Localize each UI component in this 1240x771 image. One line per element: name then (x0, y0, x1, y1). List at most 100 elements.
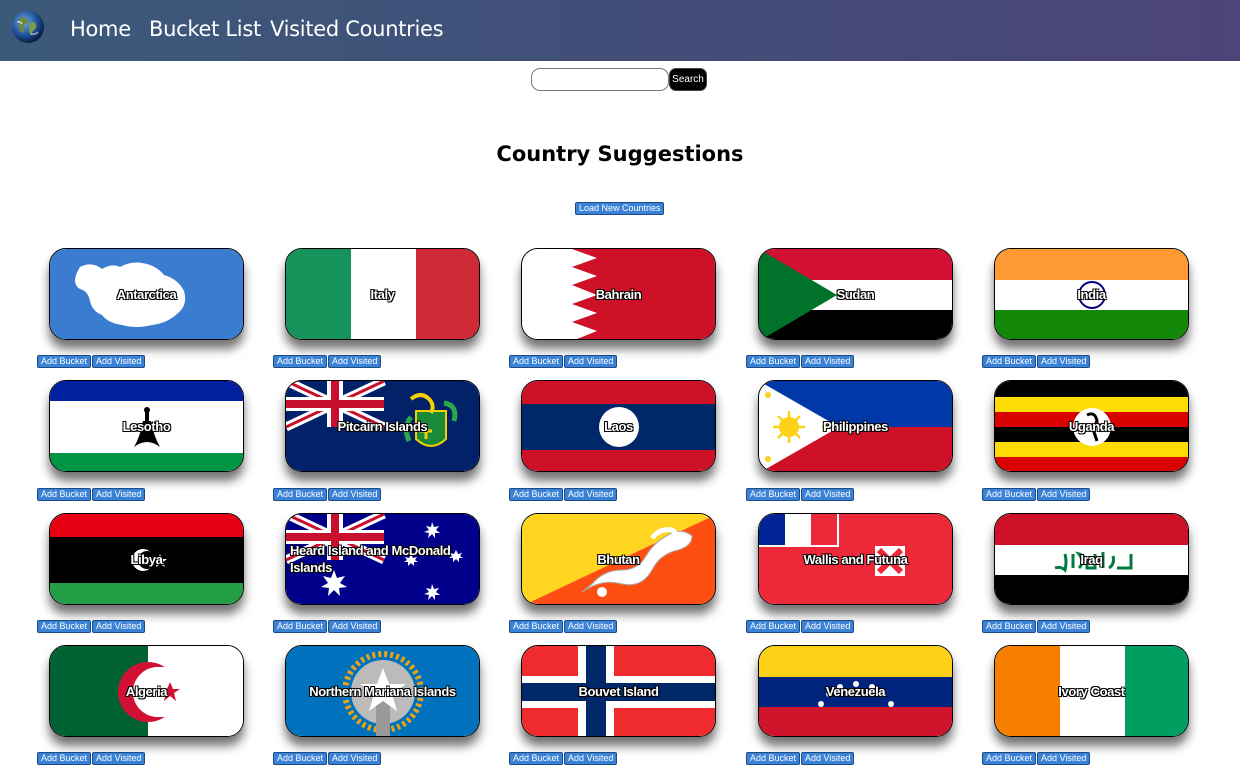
country-name: Algeria (125, 683, 168, 699)
country-card-libya[interactable]: Libya (49, 513, 244, 605)
country-card-lesotho[interactable]: Lesotho (49, 380, 244, 472)
country-name: India (1077, 286, 1106, 302)
card-actions: Add Bucket Add Visited (982, 620, 1091, 633)
card-actions: Add Bucket Add Visited (509, 488, 618, 501)
card-actions: Add Bucket Add Visited (982, 752, 1091, 765)
add-visited-button[interactable]: Add Visited (328, 488, 382, 501)
country-name: Bhutan (597, 551, 640, 567)
page-title: Country Suggestions (496, 142, 744, 166)
country-name: Heard Island and McDonald Islands (290, 543, 451, 575)
card-actions: Add Bucket Add Visited (982, 355, 1091, 368)
add-bucket-button[interactable]: Add Bucket (273, 488, 328, 501)
card-actions: Add Bucket Add Visited (746, 355, 855, 368)
card-actions: Add Bucket Add Visited (509, 355, 618, 368)
search-button[interactable]: Search (669, 68, 707, 91)
add-bucket-button[interactable]: Add Bucket (509, 620, 564, 633)
add-visited-button[interactable]: Add Visited (1037, 355, 1091, 368)
country-card-laos[interactable]: Laos (521, 380, 716, 472)
add-visited-button[interactable]: Add Visited (92, 488, 146, 501)
country-name: Venezuela (825, 683, 886, 699)
add-bucket-button[interactable]: Add Bucket (746, 620, 801, 633)
country-card-antarctica[interactable]: Antarctica (49, 248, 244, 340)
add-bucket-button[interactable]: Add Bucket (37, 752, 92, 765)
add-visited-button[interactable]: Add Visited (1037, 752, 1091, 765)
load-new-countries-button[interactable]: Load New Countries (575, 202, 664, 215)
card-actions: Add Bucket Add Visited (37, 355, 146, 368)
country-card-ivory-coast[interactable]: Ivory Coast (994, 645, 1189, 737)
country-card-wallis-and-futuna[interactable]: Wallis and Futuna (758, 513, 953, 605)
country-card-northern-mariana-islands[interactable]: Northern Mariana Islands (285, 645, 480, 737)
navbar: Home Bucket List Visited Countries (0, 0, 1240, 61)
country-card-sudan[interactable]: Sudan (758, 248, 953, 340)
earth-globe-icon[interactable] (11, 10, 45, 44)
add-visited-button[interactable]: Add Visited (328, 355, 382, 368)
add-bucket-button[interactable]: Add Bucket (509, 355, 564, 368)
add-bucket-button[interactable]: Add Bucket (273, 355, 328, 368)
card-actions: Add Bucket Add Visited (746, 752, 855, 765)
add-visited-button[interactable]: Add Visited (92, 620, 146, 633)
country-name: Sudan (836, 286, 875, 302)
add-bucket-button[interactable]: Add Bucket (273, 752, 328, 765)
card-actions: Add Bucket Add Visited (982, 488, 1091, 501)
country-name: Ivory Coast (1058, 683, 1125, 699)
card-actions: Add Bucket Add Visited (509, 752, 618, 765)
add-visited-button[interactable]: Add Visited (328, 620, 382, 633)
country-card-bhutan[interactable]: Bhutan (521, 513, 716, 605)
country-name: Pitcairn Islands (337, 418, 428, 434)
card-actions: Add Bucket Add Visited (746, 488, 855, 501)
add-visited-button[interactable]: Add Visited (564, 752, 618, 765)
country-card-uganda[interactable]: Uganda (994, 380, 1189, 472)
add-bucket-button[interactable]: Add Bucket (509, 488, 564, 501)
add-bucket-button[interactable]: Add Bucket (37, 355, 92, 368)
add-bucket-button[interactable]: Add Bucket (982, 620, 1037, 633)
country-card-pitcairn-islands[interactable]: Pitcairn Islands (285, 380, 480, 472)
add-bucket-button[interactable]: Add Bucket (982, 488, 1037, 501)
nav-link-visited-countries[interactable]: Visited Countries (270, 17, 444, 41)
country-card-philippines[interactable]: Philippines (758, 380, 953, 472)
nav-link-bucket-list[interactable]: Bucket List (149, 17, 261, 41)
country-name: Bahrain (595, 286, 642, 302)
card-actions: Add Bucket Add Visited (37, 620, 146, 633)
country-name: Iraq (1080, 551, 1103, 567)
country-name: Lesotho (122, 418, 171, 434)
add-visited-button[interactable]: Add Visited (92, 752, 146, 765)
country-card-algeria[interactable]: Algeria (49, 645, 244, 737)
country-card-india[interactable]: India (994, 248, 1189, 340)
country-card-heard-island-and-mcdonald-islands[interactable]: Heard Island and McDonald Islands (285, 513, 480, 605)
add-visited-button[interactable]: Add Visited (564, 488, 618, 501)
country-name: Northern Mariana Islands (309, 683, 456, 699)
add-bucket-button[interactable]: Add Bucket (746, 355, 801, 368)
card-actions: Add Bucket Add Visited (509, 620, 618, 633)
add-visited-button[interactable]: Add Visited (801, 752, 855, 765)
add-visited-button[interactable]: Add Visited (92, 355, 146, 368)
country-card-bahrain[interactable]: Bahrain (521, 248, 716, 340)
nav-link-home[interactable]: Home (70, 17, 131, 41)
add-visited-button[interactable]: Add Visited (564, 620, 618, 633)
country-card-iraq[interactable]: Iraq (994, 513, 1189, 605)
country-name: Italy (370, 286, 395, 302)
card-actions: Add Bucket Add Visited (273, 620, 382, 633)
add-visited-button[interactable]: Add Visited (801, 355, 855, 368)
add-visited-button[interactable]: Add Visited (801, 488, 855, 501)
add-bucket-button[interactable]: Add Bucket (746, 752, 801, 765)
add-bucket-button[interactable]: Add Bucket (273, 620, 328, 633)
country-card-bouvet-island[interactable]: Bouvet Island (521, 645, 716, 737)
add-bucket-button[interactable]: Add Bucket (37, 488, 92, 501)
add-bucket-button[interactable]: Add Bucket (982, 355, 1037, 368)
add-visited-button[interactable]: Add Visited (1037, 620, 1091, 633)
add-visited-button[interactable]: Add Visited (328, 752, 382, 765)
add-bucket-button[interactable]: Add Bucket (37, 620, 92, 633)
country-name: Bouvet Island (578, 683, 659, 699)
card-actions: Add Bucket Add Visited (37, 752, 146, 765)
add-bucket-button[interactable]: Add Bucket (746, 488, 801, 501)
add-bucket-button[interactable]: Add Bucket (982, 752, 1037, 765)
card-actions: Add Bucket Add Visited (746, 620, 855, 633)
country-card-venezuela[interactable]: Venezuela (758, 645, 953, 737)
add-visited-button[interactable]: Add Visited (1037, 488, 1091, 501)
add-bucket-button[interactable]: Add Bucket (509, 752, 564, 765)
add-visited-button[interactable]: Add Visited (564, 355, 618, 368)
search-input[interactable] (531, 68, 669, 91)
country-name: Libya (130, 551, 163, 567)
country-card-italy[interactable]: Italy (285, 248, 480, 340)
add-visited-button[interactable]: Add Visited (801, 620, 855, 633)
